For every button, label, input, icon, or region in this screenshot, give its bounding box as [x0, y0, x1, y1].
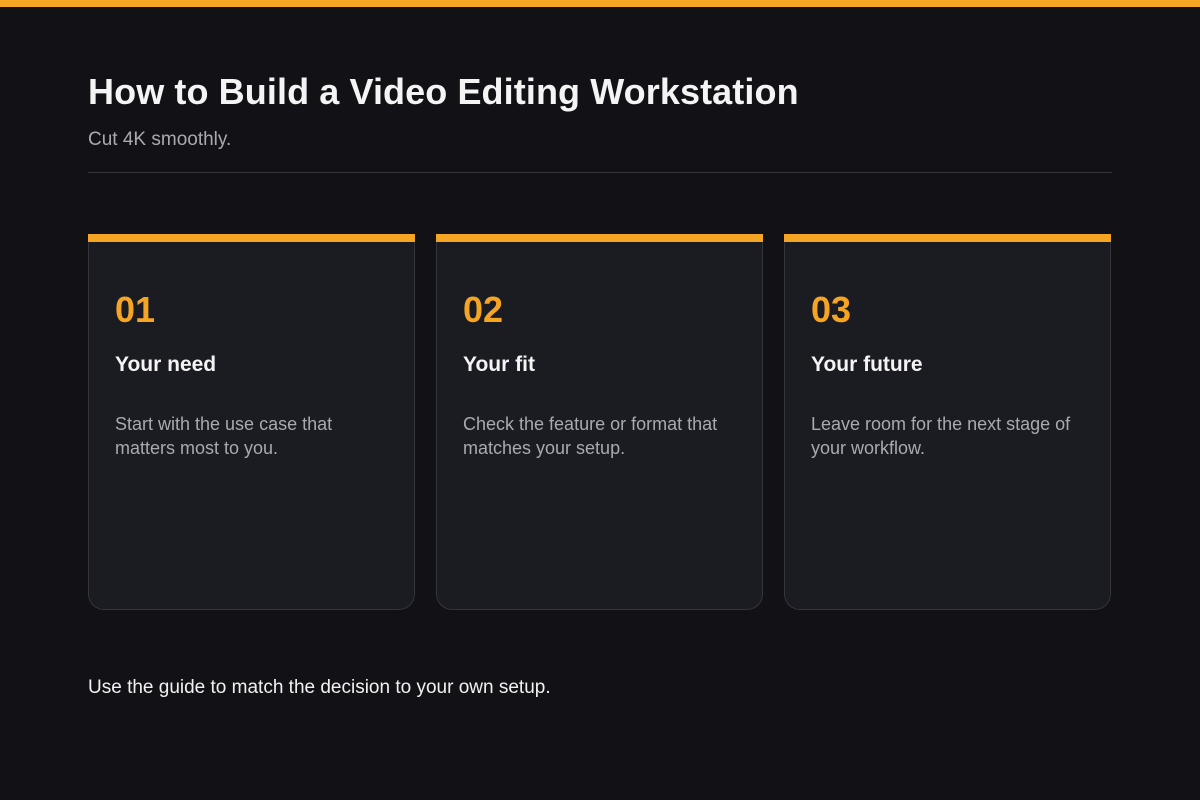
step-card-your-fit: 02 Your fit Check the feature or format … [436, 234, 763, 610]
step-title: Your fit [463, 353, 535, 376]
step-number: 01 [115, 289, 156, 330]
step-number: 03 [811, 289, 852, 330]
page-subtitle: Cut 4K smoothly. [88, 129, 232, 150]
step-title: Your need [115, 353, 217, 376]
step-card-your-future: 03 Your future Leave room for the next s… [784, 234, 1111, 610]
step-card-your-need: 01 Your need Start with the use case tha… [88, 234, 415, 610]
step-description: Leave room for the next stage of your wo… [811, 414, 1071, 458]
footer-note: Use the guide to match the decision to y… [88, 677, 551, 698]
step-description: Check the feature or format that matches… [463, 414, 718, 458]
step-title: Your future [811, 353, 923, 376]
header-divider [88, 172, 1112, 173]
step-description: Start with the use case that matters mos… [115, 414, 333, 458]
page-title: How to Build a Video Editing Workstation [88, 71, 799, 112]
step-number: 02 [463, 289, 504, 330]
top-accent-bar [0, 0, 1200, 7]
